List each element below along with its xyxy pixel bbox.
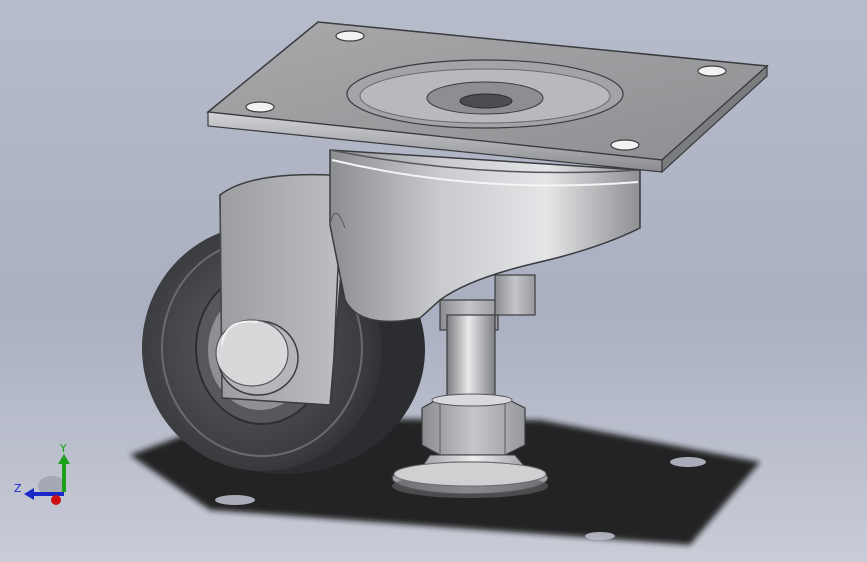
caster-3d-model[interactable] (0, 0, 867, 562)
orientation-triad[interactable]: Y Z (12, 440, 82, 515)
axle-boss[interactable] (215, 319, 299, 396)
bolt-hole (697, 65, 727, 77)
y-axis-label: Y (59, 442, 67, 455)
x-axis-point (51, 495, 61, 505)
bolt-hole (335, 30, 365, 42)
bolt-hole (245, 101, 275, 113)
bolt-hole (610, 139, 640, 151)
z-axis-label: Z (14, 482, 22, 495)
hex-nut-lower[interactable] (421, 393, 526, 456)
swivel-housing[interactable] (329, 149, 641, 323)
mounting-plate[interactable] (206, 21, 769, 174)
leveling-screw[interactable] (439, 274, 536, 411)
graphics-viewport[interactable]: Y Z (0, 0, 867, 562)
